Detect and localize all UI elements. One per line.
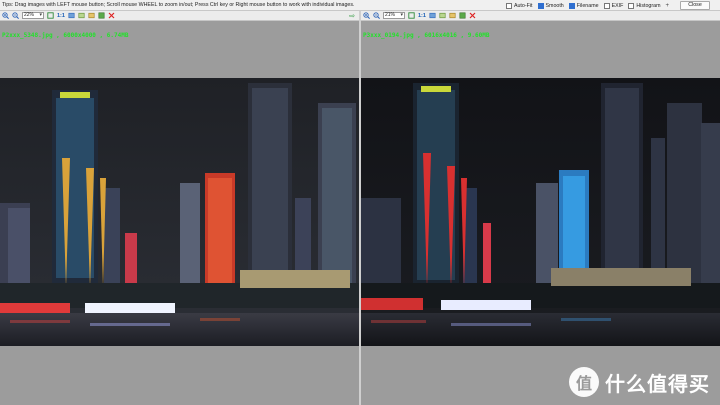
exif-checkbox[interactable]	[603, 2, 610, 9]
view-options: Auto-Fit Smooth Filename EXIF Histogram …	[505, 1, 710, 10]
zoom-out-icon[interactable]	[12, 12, 19, 19]
left-filename: P2xxx_5348.jpg , 6000x4000 , 6.74MB	[2, 32, 129, 39]
fit-icon[interactable]	[47, 12, 54, 19]
tip-text: Tips: Drag images with LEFT mouse button…	[2, 2, 355, 8]
tip-bar: Tips: Drag images with LEFT mouse button…	[0, 0, 720, 11]
compare-icon[interactable]	[449, 12, 456, 19]
option-histogram[interactable]: Histogram	[628, 2, 660, 9]
histogram-checkbox[interactable]	[628, 2, 635, 9]
one-to-one-button[interactable]: 1:1	[418, 13, 426, 19]
save-icon[interactable]	[98, 12, 105, 19]
zoom-select[interactable]: 21%	[383, 12, 405, 19]
save-icon[interactable]	[459, 12, 466, 19]
watermark-text: 什么值得买	[605, 371, 710, 396]
compare-icon[interactable]	[88, 12, 95, 19]
zoom-out-icon[interactable]	[373, 12, 380, 19]
delete-icon[interactable]	[469, 12, 476, 19]
one-to-one-button[interactable]: 1:1	[57, 13, 65, 19]
option-auto-fit[interactable]: Auto-Fit	[505, 2, 533, 9]
filename-checkbox[interactable]	[568, 2, 575, 9]
smooth-checkbox[interactable]	[537, 2, 544, 9]
site-watermark: 值 什么值得买	[569, 367, 710, 397]
watermark-logo-icon: 值	[569, 367, 599, 397]
rotate-icon[interactable]	[68, 12, 75, 19]
right-toolbar: 21% 1:1	[361, 11, 720, 21]
rotate-icon[interactable]	[429, 12, 436, 19]
left-image-panel[interactable]: 22% 1:1 ⇨ P2xxx_5348.jpg , 6000x4000 , 6…	[0, 11, 359, 405]
zoom-in-icon[interactable]	[363, 12, 370, 19]
auto-fit-checkbox[interactable]	[505, 2, 512, 9]
option-filename[interactable]: Filename	[568, 2, 599, 9]
left-toolbar: 22% 1:1 ⇨	[0, 11, 359, 21]
add-icon[interactable]: +	[665, 3, 669, 9]
option-exif[interactable]: EXIF	[603, 2, 623, 9]
option-smooth[interactable]: Smooth	[537, 2, 564, 9]
image-icon[interactable]	[78, 12, 85, 19]
right-filename: P3xxx_0194.jpg , 6016x4016 , 9.60MB	[363, 32, 490, 39]
left-photo	[0, 78, 359, 346]
image-icon[interactable]	[439, 12, 446, 19]
right-image-panel[interactable]: 21% 1:1 P3xxx_0194.jpg , 6016x4016 , 9.6…	[361, 11, 720, 405]
right-photo	[361, 78, 720, 346]
delete-icon[interactable]	[108, 12, 115, 19]
zoom-in-icon[interactable]	[2, 12, 9, 19]
arrow-right-icon[interactable]: ⇨	[349, 12, 355, 20]
fit-icon[interactable]	[408, 12, 415, 19]
zoom-select[interactable]: 22%	[22, 12, 44, 19]
close-button[interactable]: Close	[680, 1, 710, 10]
